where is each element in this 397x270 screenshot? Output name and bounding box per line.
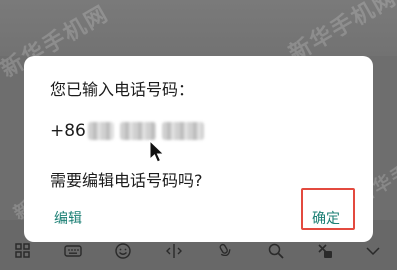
- redacted-phone-digits: [120, 122, 156, 140]
- keyboard-icon[interactable]: [64, 242, 82, 260]
- confirm-phone-dialog: 您已输入电话号码： +86 需要编辑电话号码吗? 编辑 确定: [24, 56, 373, 242]
- dialog-message: 您已输入电话号码：: [50, 80, 195, 99]
- voice-icon[interactable]: [216, 242, 234, 260]
- confirm-button[interactable]: 确定: [312, 208, 340, 228]
- mouse-pointer-icon: [149, 140, 165, 163]
- keyboard-toolbar: [0, 242, 397, 270]
- redacted-phone-digits: [88, 122, 114, 140]
- grid-icon[interactable]: [14, 242, 32, 260]
- edit-button[interactable]: 编辑: [54, 208, 82, 228]
- emoji-icon[interactable]: [114, 242, 132, 260]
- redacted-phone-digits: [162, 122, 204, 140]
- cursor-move-icon[interactable]: [165, 242, 183, 260]
- search-icon[interactable]: [267, 242, 285, 260]
- phone-number-prefix: +86: [50, 121, 86, 141]
- collapse-keyboard-icon[interactable]: [364, 242, 382, 260]
- clipboard-icon[interactable]: [316, 242, 334, 260]
- dialog-question: 需要编辑电话号码吗?: [50, 171, 203, 190]
